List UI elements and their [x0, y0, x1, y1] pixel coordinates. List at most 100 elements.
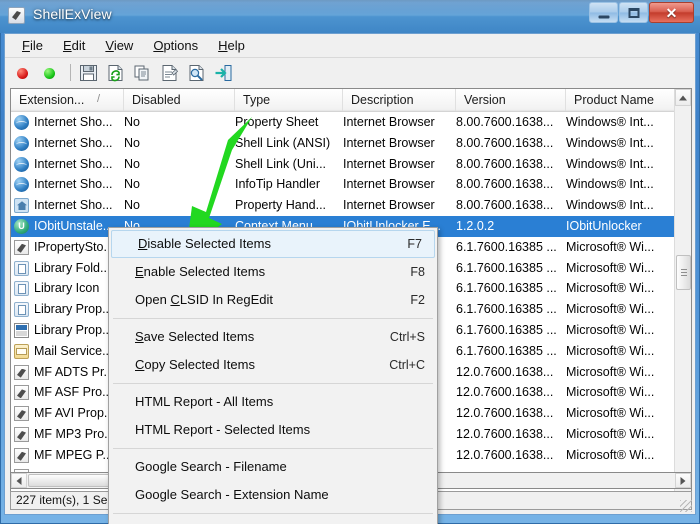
maximize-button[interactable]	[619, 2, 648, 23]
cell-description: Internet Browser	[343, 135, 435, 150]
cell-extension: Internet Sho...	[34, 135, 113, 150]
context-menu[interactable]: Disable Selected Items F7 Enable Selected …	[108, 227, 438, 524]
cell-description: Internet Browser	[343, 156, 435, 171]
minimize-button[interactable]	[589, 2, 618, 23]
table-row[interactable]: Internet Sho... No InfoTip Handler Internet…	[11, 174, 691, 195]
toolbar-disable-button[interactable]	[13, 62, 37, 84]
toolbar-copy-button[interactable]	[131, 62, 155, 84]
column-header-extension[interactable]: Extension...	[11, 89, 124, 111]
title-bar[interactable]: ShellExView ✕	[0, 0, 700, 33]
chevron-left-icon	[16, 476, 22, 485]
cell-productname: Windows® Int...	[566, 198, 654, 213]
menu-help-label: elp	[227, 38, 245, 53]
cell-type: Property Hand...	[235, 198, 327, 213]
chevron-right-icon	[680, 476, 686, 485]
properties-page-icon	[162, 64, 179, 81]
cell-productname: Microsoft® Wi...	[566, 343, 655, 358]
cell-version: 6.1.7600.16385 ...	[456, 281, 557, 296]
red-dot-icon	[17, 67, 28, 79]
context-menu-item-save-selected-items[interactable]: Save Selected Items Ctrl+S	[109, 323, 437, 351]
menu-file-label: ile	[29, 38, 43, 53]
cell-version: 12.0.7600.1638...	[456, 447, 554, 462]
chevron-up-icon	[679, 95, 687, 100]
context-menu-item-enable-selected-items[interactable]: Enable Selected Items F8	[109, 258, 437, 286]
toolbar-save-button[interactable]	[77, 62, 101, 84]
cell-version: 6.1.7600.16385 ...	[456, 322, 557, 337]
menu-edit-label: dit	[71, 38, 86, 53]
toolbar-refresh-button[interactable]	[104, 62, 128, 84]
table-row[interactable]: Internet Sho... No Property Sheet Internet …	[11, 112, 691, 133]
cell-extension: Internet Sho...	[34, 115, 113, 129]
context-menu-item-google-search-extension-name[interactable]: Google Search - Extension Name	[109, 481, 437, 509]
cell-disabled: No	[124, 177, 140, 192]
cell-version: 12.0.7600.1638...	[456, 385, 554, 400]
menu-options-mnemonic: O	[153, 38, 164, 53]
vertical-scrollbar[interactable]	[674, 89, 691, 508]
cell-productname: Microsoft® Wi...	[566, 281, 655, 296]
cell-type: Shell Link (ANSI)	[235, 135, 331, 150]
cell-productname: Microsoft® Wi...	[566, 260, 655, 275]
menu-view-mnemonic: V	[105, 38, 114, 53]
toolbar-enable-button[interactable]	[40, 62, 64, 84]
column-header-type[interactable]: Type	[235, 89, 343, 111]
column-header-product-name[interactable]: Product Name	[566, 89, 676, 111]
menu-view[interactable]: View	[96, 36, 142, 55]
scroll-right-button[interactable]	[675, 473, 691, 488]
table-row[interactable]: Internet Sho... No Shell Link (Uni... Inter…	[11, 154, 691, 175]
context-menu-item-accelerator: F7	[407, 237, 422, 251]
context-menu-item-open-clsid-in-regedit[interactable]: Open CLSID In RegEdit F2	[109, 286, 437, 314]
menu-help-mnemonic: H	[218, 38, 228, 53]
scroll-up-button[interactable]	[675, 89, 691, 106]
context-menu-item-accelerator: Alt+Enter	[373, 518, 425, 524]
menu-file[interactable]: File	[13, 36, 52, 55]
resize-grip[interactable]	[680, 500, 692, 512]
cell-version: 12.0.7600.1638...	[456, 406, 554, 421]
list-header: Extension... / Disabled Type Description…	[11, 89, 691, 112]
context-menu-item-properties[interactable]: PropertiesAlt+Enter	[109, 518, 437, 524]
menu-options[interactable]: Options	[144, 36, 207, 55]
menu-edit-mnemonic: E	[62, 38, 72, 53]
cell-version: 8.00.7600.1638...	[456, 135, 554, 150]
context-menu-item-google-search-filename[interactable]: Google Search - Filename	[109, 453, 437, 481]
cell-productname: Microsoft® Wi...	[566, 364, 655, 379]
toolbar-find-button[interactable]	[185, 62, 209, 84]
vertical-scroll-thumb[interactable]	[676, 255, 691, 290]
cell-version: 6.1.7600.16385 ...	[456, 239, 557, 254]
table-row[interactable]: Internet Sho... No Shell Link (ANSI) Intern…	[11, 133, 691, 154]
cell-extension: Internet Sho...	[34, 198, 113, 213]
context-menu-item-disable-selected-items[interactable]: Disable Selected Items F7	[111, 230, 435, 258]
cell-version: 8.00.7600.1638...	[456, 156, 554, 171]
context-menu-item-html-report-all-items[interactable]: HTML Report - All Items	[109, 388, 437, 416]
copy-pages-icon	[134, 65, 149, 80]
menu-file-mnemonic: F	[22, 38, 30, 53]
toolbar-properties-button[interactable]	[158, 62, 182, 84]
cell-productname: Windows® Int...	[566, 115, 654, 129]
cell-version: 8.00.7600.1638...	[456, 177, 554, 192]
cell-productname: Microsoft® Wi...	[566, 239, 655, 254]
context-menu-item-accelerator: F2	[410, 293, 425, 307]
scroll-left-button[interactable]	[11, 473, 27, 488]
cell-type: InfoTip Handler	[235, 177, 320, 192]
app-icon	[8, 7, 25, 24]
cell-version: 6.1.7600.16385 ...	[456, 343, 557, 358]
context-menu-item-html-report-selected-items[interactable]: HTML Report - Selected Items	[109, 416, 437, 444]
column-header-description[interactable]: Description	[343, 89, 456, 111]
toolbar-exit-button[interactable]	[212, 62, 236, 84]
context-menu-item-label: Open CLSID In RegEdit	[135, 292, 274, 307]
green-dot-icon	[44, 67, 55, 79]
maximize-icon	[628, 7, 639, 18]
context-menu-item-copy-selected-items[interactable]: Copy Selected Items Ctrl+C	[109, 351, 437, 379]
sort-indicator: /	[97, 93, 101, 105]
table-row[interactable]: Internet Sho... No Property Hand... Interne…	[11, 195, 691, 216]
cell-productname: Windows® Int...	[566, 177, 654, 192]
context-menu-item-label: Copy Selected Items	[135, 357, 255, 372]
column-header-disabled[interactable]: Disabled	[124, 89, 235, 111]
context-menu-item-label: Google Search - Extension Name	[135, 487, 329, 502]
menu-help[interactable]: Help	[209, 36, 254, 55]
column-header-version[interactable]: Version	[456, 89, 566, 111]
menu-edit[interactable]: Edit	[54, 36, 94, 55]
close-icon: ✕	[665, 4, 678, 21]
close-button[interactable]: ✕	[649, 2, 694, 23]
cell-productname: Microsoft® Wi...	[566, 447, 655, 462]
cell-extension: Internet Sho...	[34, 156, 113, 171]
